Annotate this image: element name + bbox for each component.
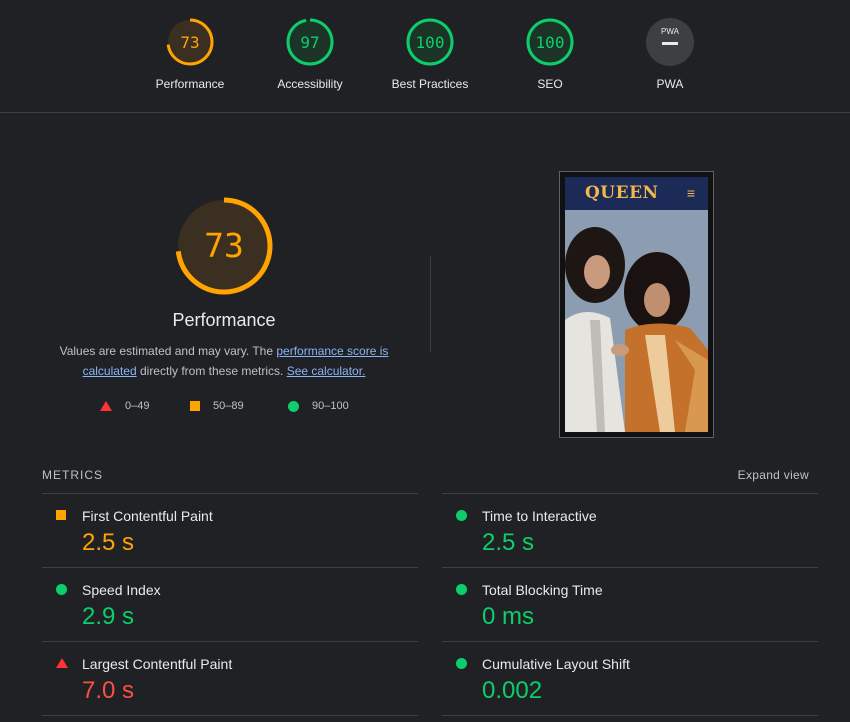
category-summary-bar: 73 Performance 97 Accessibility 100 Best… <box>0 0 850 113</box>
expand-view-toggle[interactable]: Expand view <box>738 468 809 482</box>
category-best-practices[interactable]: 100 Best Practices <box>370 17 490 91</box>
category-label: PWA <box>656 77 684 91</box>
metric-title: Speed Index <box>82 582 161 598</box>
performance-title: Performance <box>172 310 276 330</box>
site-logo: QUEEN <box>585 183 659 203</box>
section-divider <box>430 256 431 352</box>
metric-title: Time to Interactive <box>482 508 597 524</box>
metric-title: First Contentful Paint <box>82 508 213 524</box>
metric-value: 2.9 s <box>82 603 135 630</box>
metric-total-blocking-time: Total Blocking Time 0 ms <box>442 567 818 641</box>
metric-title: Cumulative Layout Shift <box>482 656 630 672</box>
fail-triangle-icon <box>100 401 112 411</box>
screenshot-site-header: QUEEN ≡ <box>565 177 708 210</box>
category-accessibility[interactable]: 97 Accessibility <box>250 17 370 91</box>
metrics-bottom-divider <box>42 715 418 716</box>
best-practices-mini-gauge: 100 <box>406 18 454 66</box>
legend-average: 50–89 <box>190 400 244 412</box>
metric-cumulative-layout-shift: Cumulative Layout Shift 0.002 <box>442 641 818 715</box>
pwa-badge-text: PWA <box>661 27 680 36</box>
desc-prefix: Values are estimated and may vary. The <box>59 344 277 358</box>
best-practices-mini-score: 100 <box>416 33 445 52</box>
average-square-icon <box>190 401 200 411</box>
metrics-heading: METRICS <box>42 468 103 482</box>
legend-pass-range: 90–100 <box>312 400 349 412</box>
metrics-bottom-divider <box>442 715 818 716</box>
final-screenshot[interactable]: QUEEN ≡ <box>559 171 714 438</box>
fail-triangle-icon <box>56 658 68 668</box>
metric-time-to-interactive: Time to Interactive 2.5 s <box>442 493 818 567</box>
score-legend: 0–49 50–89 90–100 <box>0 400 450 416</box>
metric-value: 0 ms <box>482 603 535 630</box>
category-performance[interactable]: 73 Performance <box>130 17 250 91</box>
performance-description: Values are estimated and may vary. The p… <box>44 341 404 381</box>
performance-score: 73 <box>204 226 244 265</box>
pass-circle-icon <box>456 658 467 669</box>
metric-title: Largest Contentful Paint <box>82 656 233 672</box>
metric-title: Total Blocking Time <box>482 582 603 598</box>
metric-value: 2.5 s <box>82 529 135 556</box>
see-calculator-link[interactable]: See calculator. <box>287 364 366 378</box>
metric-first-contentful-paint: First Contentful Paint 2.5 s <box>42 493 418 567</box>
category-seo[interactable]: 100 SEO <box>490 17 610 91</box>
metric-value: 2.5 s <box>482 529 535 556</box>
performance-mini-score: 73 <box>180 33 199 52</box>
seo-mini-score: 100 <box>536 33 565 52</box>
desc-middle: directly from these metrics. <box>136 364 287 378</box>
average-square-icon <box>56 510 66 520</box>
category-label: SEO <box>537 77 563 91</box>
performance-gauge: 73 <box>175 197 273 295</box>
pass-circle-icon <box>456 510 467 521</box>
category-label: Accessibility <box>277 77 343 91</box>
band-photo <box>565 210 708 432</box>
pass-circle-icon <box>56 584 67 595</box>
metric-speed-index: Speed Index 2.9 s <box>42 567 418 641</box>
accessibility-mini-gauge: 97 <box>286 18 334 66</box>
accessibility-mini-score: 97 <box>300 33 319 52</box>
legend-fail: 0–49 <box>100 400 149 412</box>
legend-pass: 90–100 <box>288 400 349 412</box>
metric-value: 0.002 <box>482 677 543 704</box>
metric-largest-contentful-paint: Largest Contentful Paint 7.0 s <box>42 641 418 715</box>
category-pwa[interactable]: PWA PWA <box>610 17 730 91</box>
performance-mini-gauge: 73 <box>166 18 214 66</box>
pwa-badge-icon: PWA <box>646 18 694 66</box>
category-label: Performance <box>155 77 225 91</box>
legend-average-range: 50–89 <box>213 400 244 412</box>
screenshot-viewport: QUEEN ≡ <box>565 177 708 432</box>
hamburger-menu-icon: ≡ <box>686 185 695 201</box>
pass-circle-icon <box>288 400 299 412</box>
metric-value: 7.0 s <box>82 677 135 704</box>
seo-mini-gauge: 100 <box>526 18 574 66</box>
category-label: Best Practices <box>391 77 469 91</box>
pass-circle-icon <box>456 584 467 595</box>
legend-fail-range: 0–49 <box>125 400 150 412</box>
